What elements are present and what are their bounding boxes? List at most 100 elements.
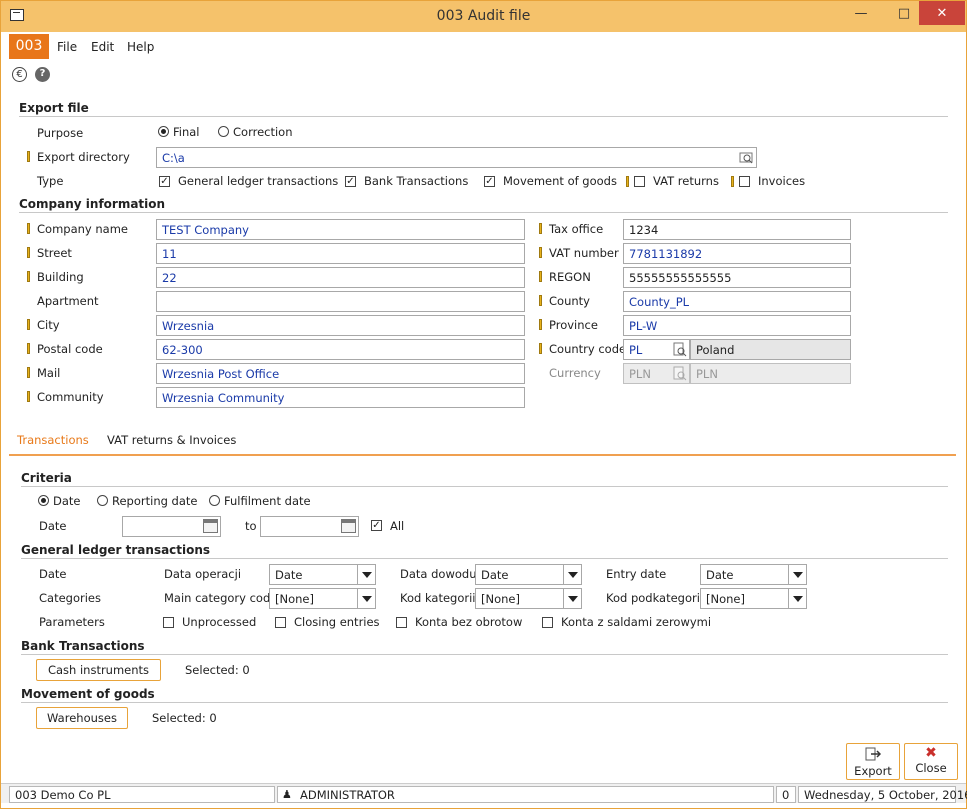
- date-to-field[interactable]: [260, 516, 359, 537]
- required-marker: [539, 295, 542, 306]
- type-goods-label: Movement of goods: [503, 174, 617, 188]
- country-code-label: Country code: [549, 342, 627, 356]
- kod-kategorii-value: [None]: [481, 592, 520, 606]
- company-name-field[interactable]: TEST Company: [156, 219, 525, 240]
- street-label: Street: [37, 246, 72, 260]
- city-field[interactable]: Wrzesnia: [156, 315, 525, 336]
- tax-office-field[interactable]: 1234: [623, 219, 851, 240]
- gl-date-label: Date: [39, 567, 67, 581]
- kod-kategorii-select[interactable]: [None]: [475, 588, 582, 609]
- chevron-down-icon[interactable]: [357, 589, 375, 608]
- lookup-icon[interactable]: [672, 342, 687, 357]
- postal-code-field[interactable]: 62-300: [156, 339, 525, 360]
- chevron-down-icon[interactable]: [563, 565, 581, 584]
- kod-kategorii-label: Kod kategorii: [400, 591, 476, 605]
- criteria-date-radio[interactable]: [38, 495, 49, 506]
- menu-help[interactable]: Help: [127, 40, 154, 54]
- type-bank-checkbox[interactable]: ✓: [345, 176, 356, 187]
- bank-selected-count: Selected: 0: [185, 663, 250, 677]
- export-icon: [865, 747, 882, 761]
- kod-podkategorii-select[interactable]: [None]: [700, 588, 807, 609]
- currency-label: Currency: [549, 366, 601, 380]
- tab-vat-invoices[interactable]: VAT returns & Invoices: [107, 433, 236, 447]
- export-button[interactable]: Export: [846, 743, 900, 780]
- euro-icon[interactable]: €: [12, 67, 27, 82]
- required-marker: [626, 176, 629, 187]
- app-button[interactable]: 003: [9, 34, 49, 59]
- type-goods-checkbox[interactable]: ✓: [484, 176, 495, 187]
- data-dowodu-select[interactable]: Date: [475, 564, 582, 585]
- status-company: 003 Demo Co PL: [9, 786, 275, 803]
- divider: [21, 702, 948, 703]
- criteria-heading: Criteria: [21, 471, 72, 485]
- province-label: Province: [549, 318, 598, 332]
- building-field[interactable]: 22: [156, 267, 525, 288]
- country-code-value: PL: [629, 343, 643, 357]
- konta-bez-obrotow-checkbox[interactable]: [396, 617, 407, 628]
- konta-bez-obrotow-label: Konta bez obrotow: [415, 615, 523, 629]
- purpose-correction-radio[interactable]: [218, 126, 229, 137]
- closing-entries-checkbox[interactable]: [275, 617, 286, 628]
- required-marker: [539, 343, 542, 354]
- all-label: All: [390, 519, 405, 533]
- purpose-final-radio[interactable]: [158, 126, 169, 137]
- folder-browse-icon[interactable]: [739, 150, 754, 165]
- gl-heading: General ledger transactions: [21, 543, 211, 557]
- all-checkbox[interactable]: ✓: [371, 520, 382, 531]
- bank-heading: Bank Transactions: [21, 639, 145, 653]
- minimize-button[interactable]: —: [846, 1, 876, 25]
- calendar-icon[interactable]: [341, 519, 356, 533]
- province-field[interactable]: PL-W: [623, 315, 851, 336]
- criteria-date-range-label: Date: [39, 519, 67, 533]
- status-user-name: ADMINISTRATOR: [300, 788, 395, 802]
- chevron-down-icon[interactable]: [357, 565, 375, 584]
- data-operacji-select[interactable]: Date: [269, 564, 376, 585]
- community-field[interactable]: Wrzesnia Community: [156, 387, 525, 408]
- warehouses-button[interactable]: Warehouses: [36, 707, 128, 729]
- date-from-field[interactable]: [122, 516, 221, 537]
- mail-label: Mail: [37, 366, 61, 380]
- konta-zero-checkbox[interactable]: [542, 617, 553, 628]
- type-vat-checkbox[interactable]: [634, 176, 645, 187]
- criteria-fulfilment-radio[interactable]: [209, 495, 220, 506]
- currency-code-field: PLN: [623, 363, 690, 384]
- chevron-down-icon[interactable]: [563, 589, 581, 608]
- vat-number-label: VAT number: [549, 246, 619, 260]
- menu-file[interactable]: File: [57, 40, 77, 54]
- required-marker: [27, 151, 30, 162]
- type-gl-checkbox[interactable]: ✓: [159, 176, 170, 187]
- closing-entries-label: Closing entries: [294, 615, 380, 629]
- chevron-down-icon[interactable]: [788, 565, 806, 584]
- street-field[interactable]: 11: [156, 243, 525, 264]
- postal-code-label: Postal code: [37, 342, 103, 356]
- cash-instruments-button[interactable]: Cash instruments: [36, 659, 161, 681]
- export-directory-field[interactable]: C:\a: [156, 147, 757, 168]
- data-dowodu-value: Date: [481, 568, 509, 582]
- criteria-reporting-radio[interactable]: [97, 495, 108, 506]
- apartment-field[interactable]: [156, 291, 525, 312]
- regon-field[interactable]: 55555555555555: [623, 267, 851, 288]
- tab-transactions[interactable]: Transactions: [17, 433, 89, 447]
- type-invoices-checkbox[interactable]: [739, 176, 750, 187]
- close-button[interactable]: ✖ Close: [904, 743, 958, 780]
- divider: [19, 116, 948, 117]
- close-icon: ✖: [925, 745, 937, 761]
- kod-podkategorii-value: [None]: [706, 592, 745, 606]
- country-code-field[interactable]: PL: [623, 339, 690, 360]
- main-category-label: Main category code: [164, 591, 278, 605]
- vat-number-field[interactable]: 7781131892: [623, 243, 851, 264]
- unprocessed-checkbox[interactable]: [163, 617, 174, 628]
- menu-edit[interactable]: Edit: [91, 40, 114, 54]
- entry-date-select[interactable]: Date: [700, 564, 807, 585]
- maximize-button[interactable]: □: [889, 1, 919, 25]
- main-category-select[interactable]: [None]: [269, 588, 376, 609]
- building-label: Building: [37, 270, 84, 284]
- calendar-icon[interactable]: [203, 519, 218, 533]
- close-window-button[interactable]: ✕: [919, 1, 965, 25]
- categories-label: Categories: [39, 591, 101, 605]
- mail-field[interactable]: Wrzesnia Post Office: [156, 363, 525, 384]
- type-vat-label: VAT returns: [653, 174, 719, 188]
- help-icon[interactable]: ?: [35, 67, 50, 82]
- county-field[interactable]: County_PL: [623, 291, 851, 312]
- chevron-down-icon[interactable]: [788, 589, 806, 608]
